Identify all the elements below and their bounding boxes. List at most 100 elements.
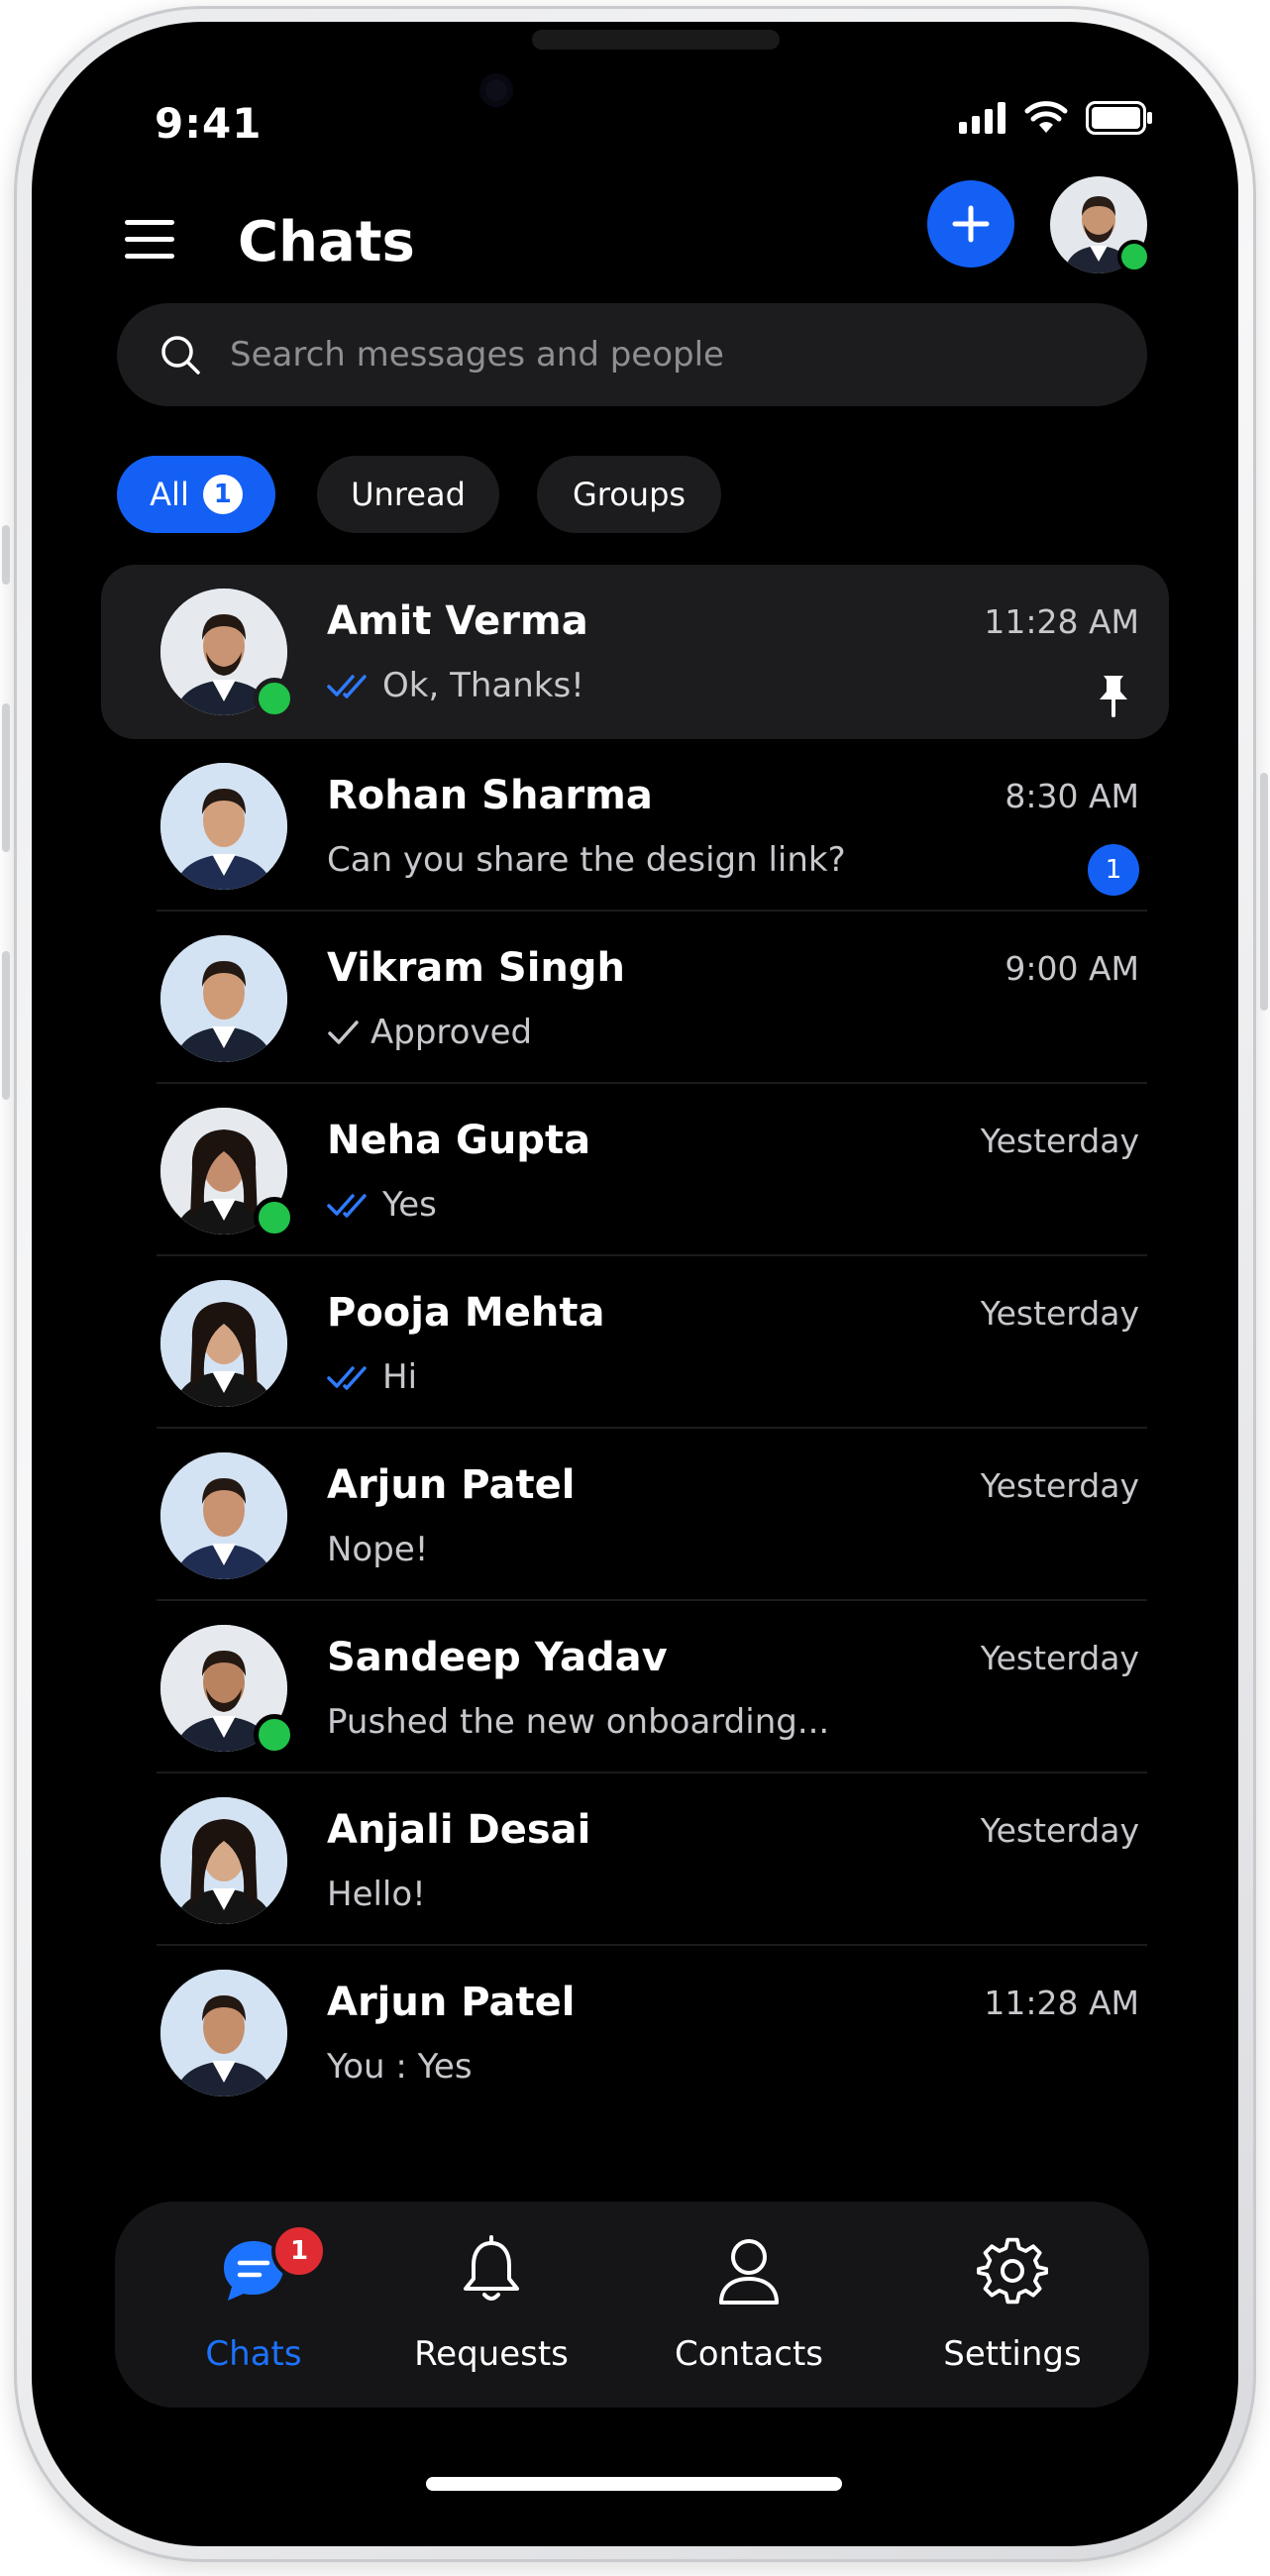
- hamburger-menu-button[interactable]: [125, 220, 174, 264]
- message-text: Pushed the new onboarding...: [327, 1702, 830, 1742]
- message-text: You : Yes: [327, 2047, 473, 2087]
- double-check-icon: [327, 675, 367, 698]
- search-icon: [161, 336, 200, 375]
- message-preview: Can you share the design link?: [327, 840, 846, 880]
- avatar: [160, 1452, 287, 1579]
- contact-name: Neha Gupta: [327, 1118, 591, 1163]
- search-placeholder: Search messages and people: [230, 335, 724, 375]
- contact-name: Pooja Mehta: [327, 1290, 605, 1336]
- online-status-dot: [1117, 240, 1151, 273]
- nav-requests-label: Requests: [414, 2334, 569, 2374]
- avatar: [160, 1280, 287, 1407]
- speaker-grille: [532, 30, 780, 50]
- message-text: Yes: [382, 1185, 437, 1225]
- chat-row[interactable]: Rohan Sharma 8:30 AM Can you share the des…: [101, 739, 1169, 912]
- filter-all-label: All: [150, 476, 189, 513]
- online-status-dot: [254, 1197, 295, 1238]
- message-text: Can you share the design link?: [327, 840, 846, 880]
- avatar: [160, 1797, 287, 1924]
- filter-groups-label: Groups: [572, 476, 687, 513]
- check-icon: [328, 1020, 359, 1044]
- nav-settings-label: Settings: [943, 2334, 1082, 2374]
- bottom-navigation: 1 Chats Requests Contacts Settings: [115, 2201, 1149, 2408]
- plus-icon: [952, 205, 990, 243]
- volume-down-button: [2, 951, 10, 1100]
- filter-unread-label: Unread: [351, 476, 466, 513]
- message-time: 8:30 AM: [1005, 777, 1139, 815]
- new-chat-button[interactable]: [927, 180, 1014, 268]
- nav-requests[interactable]: Requests: [392, 2231, 590, 2374]
- contact-name: Anjali Desai: [327, 1807, 591, 1853]
- message-time: 11:28 AM: [984, 1984, 1139, 2022]
- nav-settings[interactable]: Settings: [913, 2231, 1111, 2374]
- power-button: [1260, 773, 1268, 1011]
- phone-screen: 9:41 Chats Search messages and people Al…: [32, 22, 1238, 2546]
- message-time: 9:00 AM: [1005, 949, 1139, 988]
- contact-name: Arjun Patel: [327, 1980, 576, 2025]
- chat-row[interactable]: Arjun Patel 11:28 AM You : Yes: [101, 1946, 1169, 2118]
- message-time: Yesterday: [980, 1122, 1139, 1160]
- profile-avatar-button[interactable]: [1050, 176, 1151, 273]
- filter-all-chip[interactable]: All 1: [117, 456, 275, 533]
- message-text: Ok, Thanks!: [382, 666, 584, 705]
- message-text: Hi: [382, 1357, 418, 1397]
- contact-name: Rohan Sharma: [327, 773, 653, 818]
- message-preview: Ok, Thanks!: [327, 666, 584, 705]
- double-check-icon: [327, 1194, 367, 1218]
- pin-icon: [1096, 674, 1131, 717]
- message-preview: Hello!: [327, 1875, 426, 1914]
- search-input[interactable]: Search messages and people: [117, 303, 1147, 406]
- message-preview: Nope!: [327, 1530, 428, 1569]
- person-icon: [719, 2239, 779, 2305]
- message-preview: Hi: [327, 1357, 417, 1397]
- battery-icon: [1086, 101, 1152, 135]
- message-preview: You : Yes: [327, 2047, 473, 2087]
- avatar: [160, 1970, 287, 2096]
- message-preview: Approved: [327, 1013, 532, 1052]
- message-time: Yesterday: [980, 1639, 1139, 1677]
- status-icons: [959, 101, 1153, 135]
- contact-name: Arjun Patel: [327, 1462, 576, 1508]
- gear-icon: [977, 2237, 1048, 2305]
- chat-row[interactable]: Vikram Singh 9:00 AM Approved: [101, 912, 1169, 1084]
- message-time: Yesterday: [980, 1294, 1139, 1333]
- chat-row[interactable]: Arjun Patel Yesterday Nope!: [101, 1429, 1169, 1601]
- filter-unread-chip[interactable]: Unread: [317, 456, 499, 533]
- nav-chats[interactable]: 1 Chats: [155, 2223, 353, 2374]
- chat-row[interactable]: Amit Verma 11:28 AM Ok, Thanks!: [101, 565, 1169, 739]
- volume-up-button: [2, 703, 10, 852]
- chat-row[interactable]: Pooja Mehta Yesterday Hi: [101, 1256, 1169, 1429]
- cellular-signal-icon: [959, 102, 1005, 134]
- wifi-icon: [1024, 101, 1068, 133]
- bell-icon: [464, 2235, 519, 2301]
- chat-row[interactable]: Anjali Desai Yesterday Hello!: [101, 1773, 1169, 1946]
- nav-chats-label: Chats: [205, 2334, 302, 2374]
- filter-all-count: 1: [202, 475, 243, 514]
- unread-badge: 1: [1088, 844, 1139, 896]
- message-text: Approved: [370, 1013, 533, 1052]
- message-preview: Pushed the new onboarding...: [327, 1702, 829, 1742]
- message-preview: Yes: [327, 1185, 437, 1225]
- message-text: Hello!: [327, 1875, 426, 1914]
- contact-name: Vikram Singh: [327, 945, 625, 991]
- contact-name: Sandeep Yadav: [327, 1635, 668, 1680]
- message-text: Nope!: [327, 1530, 429, 1569]
- front-camera: [479, 73, 513, 107]
- status-time: 9:41: [155, 99, 263, 148]
- chat-row[interactable]: Neha Gupta Yesterday Yes: [101, 1084, 1169, 1256]
- avatar: [160, 763, 287, 890]
- chat-row[interactable]: Sandeep Yadav Yesterday Pushed the new onb…: [101, 1601, 1169, 1773]
- nav-contacts[interactable]: Contacts: [650, 2231, 848, 2374]
- chat-list: Amit Verma 11:28 AM Ok, Thanks! Rohan Sharm…: [101, 565, 1169, 2118]
- message-time: Yesterday: [980, 1466, 1139, 1505]
- filter-groups-chip[interactable]: Groups: [537, 456, 721, 533]
- message-time: Yesterday: [980, 1811, 1139, 1850]
- online-status-dot: [254, 1714, 295, 1756]
- home-indicator: [426, 2477, 842, 2491]
- mute-switch: [2, 525, 10, 585]
- nav-contacts-label: Contacts: [675, 2334, 823, 2374]
- nav-chats-badge: 1: [271, 2223, 327, 2279]
- online-status-dot: [254, 678, 295, 719]
- avatar: [160, 935, 287, 1062]
- double-check-icon: [327, 1366, 367, 1390]
